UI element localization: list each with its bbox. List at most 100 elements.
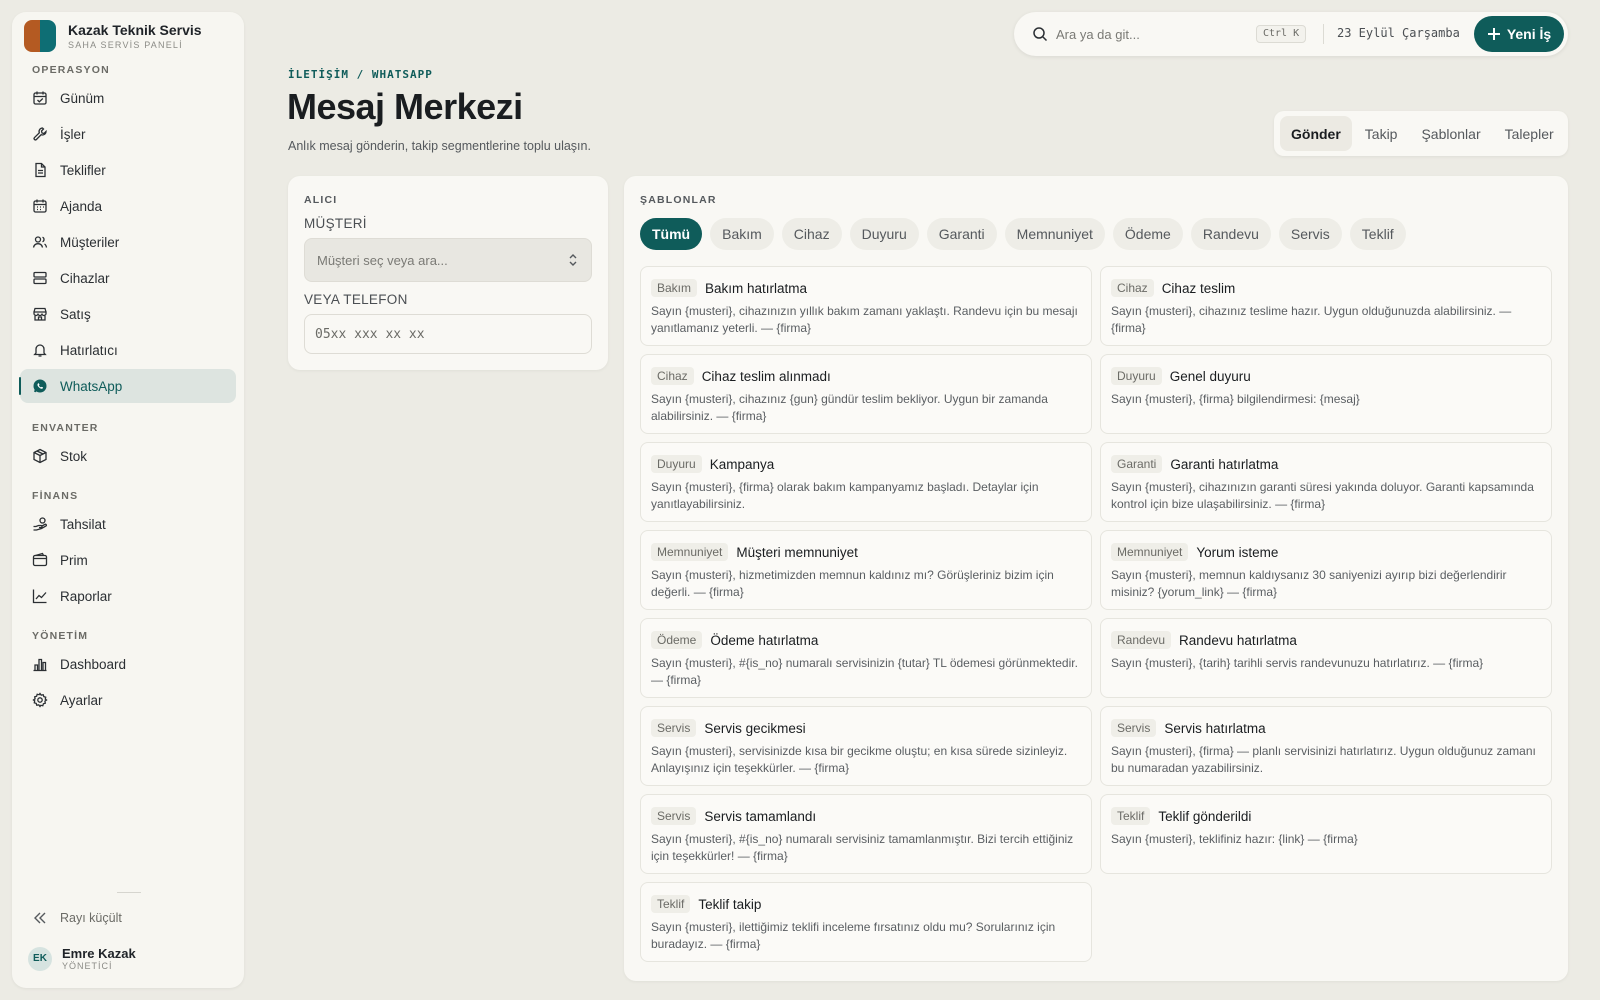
template-title: Servis hatırlatma (1164, 720, 1266, 736)
filter-chip-teklif[interactable]: Teklif (1349, 218, 1406, 250)
calendar-icon (33, 199, 47, 213)
template-card[interactable]: Ödeme Ödeme hatırlatma Sayın {musteri}, #… (640, 618, 1092, 698)
template-card[interactable]: Duyuru Genel duyuru Sayın {musteri}, {fir… (1100, 354, 1552, 434)
wallet-icon (32, 552, 48, 567)
template-card[interactable]: Bakım Bakım hatırlatma Sayın {musteri}, c… (640, 266, 1092, 346)
filter-chip-duyuru[interactable]: Duyuru (849, 218, 919, 250)
sidebar-item-cihazlar[interactable]: Cihazlar (20, 261, 236, 295)
sidebar-item-ayarlar[interactable]: Ayarlar (20, 683, 236, 717)
template-title: Servis tamamlandı (704, 808, 817, 824)
page-title: Mesaj Merkezi (287, 86, 523, 127)
logo-right-half (40, 20, 56, 52)
template-title: Bakım hatırlatma (705, 280, 808, 296)
recipient-card: ALICI MÜŞTERİ Müşteri seç veya ara... VE… (288, 176, 608, 370)
template-card[interactable]: Teklif Teklif takip Sayın {musteri}, ilet… (640, 882, 1092, 962)
sidebar-item-musteriler[interactable]: Müşteriler (20, 225, 236, 259)
template-card[interactable]: Cihaz Cihaz teslim alınmadı Sayın {muster… (640, 354, 1092, 434)
sidebar-item-stok[interactable]: Stok (20, 439, 236, 473)
template-tag: Cihaz (651, 367, 694, 385)
hand-coins-icon (33, 517, 47, 531)
template-tag: Memnuniyet (651, 543, 729, 561)
brand[interactable]: Kazak Teknik Servis SAHA SERVİS PANELİ (24, 20, 202, 52)
template-card[interactable]: Servis Servis tamamlandı Sayın {musteri},… (640, 794, 1092, 874)
template-card[interactable]: Teklif Teklif gönderildi Sayın {musteri},… (1100, 794, 1552, 874)
new-job-button[interactable]: Yeni İş (1474, 16, 1564, 52)
template-body: Sayın {musteri}, #{is_no} numaralı servi… (651, 832, 1074, 863)
template-body: Sayın {musteri}, ilettiğimiz teklifi inc… (651, 920, 1056, 951)
template-body: Sayın {musteri}, memnun kaldıysanız 30 s… (1111, 568, 1507, 599)
sidebar-item-label: Teklifler (60, 162, 106, 178)
sidebar-item-label: Prim (60, 552, 88, 568)
template-tag: Garanti (1111, 455, 1163, 473)
sidebar-item-isler[interactable]: İşler (20, 117, 236, 151)
filter-chip-odeme[interactable]: Ödeme (1112, 218, 1183, 250)
tab-sablonlar[interactable]: Şablonlar (1410, 116, 1491, 151)
sidebar-item-ajanda[interactable]: Ajanda (20, 189, 236, 223)
brand-title: Kazak Teknik Servis (68, 22, 202, 38)
template-title: Teklif takip (698, 896, 762, 912)
tab-talepler[interactable]: Talepler (1494, 116, 1565, 151)
template-card[interactable]: Memnuniyet Müşteri memnuniyet Sayın {must… (640, 530, 1092, 610)
filter-chip-memnuniyet[interactable]: Memnuniyet (1004, 218, 1105, 250)
breadcrumb: İLETİŞİM / WHATSAPP (288, 68, 433, 81)
filter-chip-cihaz[interactable]: Cihaz (781, 218, 842, 250)
template-tag: Servis (1111, 719, 1157, 737)
box-icon (33, 448, 47, 464)
recipient-label: ALICI (304, 194, 338, 206)
chevrons-left-icon (34, 912, 46, 924)
filter-chip-servis[interactable]: Servis (1278, 218, 1342, 250)
sidebar-item-prim[interactable]: Prim (20, 543, 236, 577)
template-card[interactable]: Servis Servis gecikmesi Sayın {musteri}, … (640, 706, 1092, 786)
template-body: Sayın {musteri}, teklifiniz hazır: {link… (1111, 832, 1358, 846)
filter-chip-garanti[interactable]: Garanti (926, 218, 997, 250)
sidebar-item-satis[interactable]: Satış (20, 297, 236, 331)
sidebar-item-whatsapp[interactable]: WhatsApp (19, 369, 236, 403)
template-title: Yorum isteme (1196, 544, 1279, 560)
template-card[interactable]: Cihaz Cihaz teslim Sayın {musteri}, cihaz… (1100, 266, 1552, 346)
template-tag: Servis (651, 719, 697, 737)
brand-subtitle: SAHA SERVİS PANELİ (68, 40, 183, 50)
sidebar-item-tahsilat[interactable]: Tahsilat (20, 507, 236, 541)
template-tag: Duyuru (1111, 367, 1162, 385)
customer-select[interactable]: Müşteri seç veya ara... (304, 238, 592, 282)
chevron-up-down-icon (569, 254, 577, 266)
wrench-icon (33, 127, 47, 141)
template-card[interactable]: Servis Servis hatırlatma Sayın {musteri},… (1100, 706, 1552, 786)
template-title: Cihaz teslim alınmadı (701, 368, 831, 384)
template-body: Sayın {musteri}, hizmetimizden memnun ka… (651, 568, 1054, 599)
template-card[interactable]: Memnuniyet Yorum isteme Sayın {musteri}, … (1100, 530, 1552, 610)
user-profile[interactable]: EK Emre Kazak YÖNETİCİ (28, 946, 136, 971)
phone-input[interactable] (304, 314, 592, 354)
template-tag: Randevu (1111, 631, 1172, 649)
sidebar-item-label: Dashboard (60, 656, 127, 672)
search-input[interactable] (1056, 24, 1256, 44)
collapse-rail-button[interactable]: Rayı küçült (32, 910, 122, 926)
section-label-operasyon: OPERASYON (32, 64, 110, 76)
sidebar-item-gunum[interactable]: Günüm (20, 81, 236, 115)
templates-label: ŞABLONLAR (640, 194, 717, 206)
tab-gonder[interactable]: Gönder (1280, 116, 1352, 151)
sidebar-item-hatirlatici[interactable]: Hatırlatıcı (20, 333, 236, 367)
template-body: Sayın {musteri}, #{is_no} numaralı servi… (651, 656, 1078, 687)
sidebar-item-raporlar[interactable]: Raporlar (20, 579, 236, 613)
calendar-check-icon (33, 91, 47, 105)
bar-chart-icon (33, 658, 47, 672)
tab-takip[interactable]: Takip (1354, 116, 1409, 151)
template-card[interactable]: Garanti Garanti hatırlatma Sayın {musteri… (1100, 442, 1552, 522)
sidebar-item-dashboard[interactable]: Dashboard (20, 647, 236, 681)
users-icon (32, 236, 48, 248)
template-tag: Memnuniyet (1111, 543, 1189, 561)
sidebar: Kazak Teknik Servis SAHA SERVİS PANELİ O… (12, 12, 244, 988)
template-body: Sayın {musteri}, {firma} olarak bakım ka… (651, 480, 1039, 511)
template-card[interactable]: Randevu Randevu hatırlatma Sayın {musteri… (1100, 618, 1552, 698)
filter-chip-bakim[interactable]: Bakım (710, 218, 774, 250)
document-icon (35, 162, 46, 178)
template-card[interactable]: Duyuru Kampanya Sayın {musteri}, {firma} … (640, 442, 1092, 522)
sidebar-item-label: Hatırlatıcı (60, 342, 118, 358)
current-date: 23 Eylül Çarşamba (1337, 26, 1460, 40)
plus-icon (1487, 28, 1500, 40)
template-title: Kampanya (709, 456, 775, 472)
filter-chip-tumu[interactable]: Tümü (640, 218, 703, 250)
sidebar-item-teklifler[interactable]: Teklifler (20, 153, 236, 187)
filter-chip-randevu[interactable]: Randevu (1190, 218, 1271, 250)
